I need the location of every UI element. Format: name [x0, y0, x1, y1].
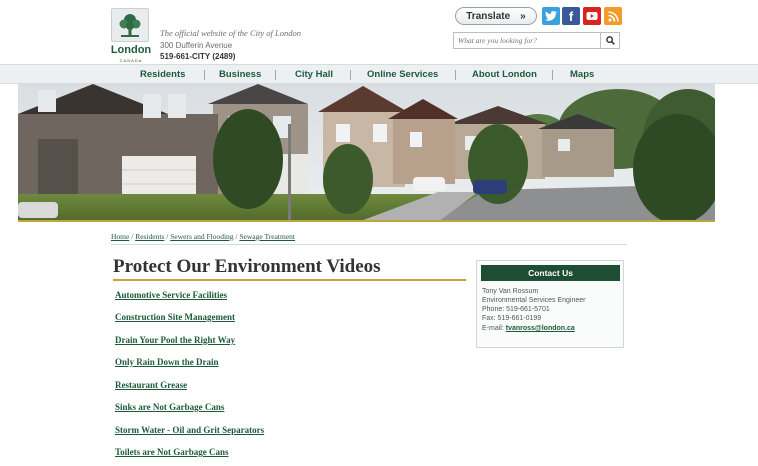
video-link-toilets-not-garbage-cans[interactable]: Toilets are Not Garbage Cans — [115, 447, 229, 457]
search-icon — [605, 36, 615, 45]
nav-divider — [350, 70, 351, 80]
contact-phone: Phone: 519-661-5701 — [482, 306, 550, 313]
nav-divider — [455, 70, 456, 80]
nav-item-online-services[interactable]: Online Services — [367, 69, 438, 80]
contact-title: Environmental Services Engineer — [482, 297, 586, 304]
breadcrumb-residents[interactable]: Residents — [135, 232, 164, 241]
logo-subtext: CANADA — [119, 58, 143, 63]
video-link-sinks-not-garbage-cans[interactable]: Sinks are Not Garbage Cans — [115, 402, 224, 412]
site-phone: 519-661-CITY (2489) — [160, 52, 236, 61]
breadcrumb-separator: / — [166, 232, 169, 241]
contact-email-label: E-mail: — [482, 325, 504, 332]
city-logo[interactable]: London CANADA — [109, 8, 153, 63]
breadcrumb-divider — [111, 244, 627, 245]
contact-email-row: E-mail: tvanross@london.ca — [482, 325, 575, 332]
nav-item-city-hall[interactable]: City Hall — [295, 69, 333, 80]
breadcrumb-home[interactable]: Home — [111, 232, 129, 241]
nav-divider — [275, 70, 276, 80]
hero-divider — [18, 220, 715, 222]
contact-heading: Contact Us — [481, 265, 620, 281]
contact-box: Contact Us Tony Van Rossum Environmental… — [476, 260, 624, 348]
nav-item-about-london[interactable]: About London — [472, 69, 537, 80]
nav-item-business[interactable]: Business — [219, 69, 261, 80]
youtube-icon[interactable] — [583, 7, 601, 25]
video-link-construction-site-management[interactable]: Construction Site Management — [115, 312, 235, 322]
video-link-storm-water-separators[interactable]: Storm Water - Oil and Grit Separators — [115, 425, 264, 435]
tree-logo-icon — [111, 8, 149, 42]
nav-divider — [204, 70, 205, 80]
breadcrumb-sewage-treatment[interactable]: Sewage Treatment — [239, 232, 295, 241]
video-link-restaurant-grease[interactable]: Restaurant Grease — [115, 380, 187, 390]
video-link-only-rain-down-the-drain[interactable]: Only Rain Down the Drain — [115, 357, 219, 367]
breadcrumb: Home / Residents / Sewers and Flooding /… — [111, 232, 295, 241]
contact-fax: Fax: 519-661-0199 — [482, 315, 542, 322]
rss-icon[interactable] — [604, 7, 622, 25]
video-link-automotive-service-facilities[interactable]: Automotive Service Facilities — [115, 290, 227, 300]
video-link-drain-your-pool[interactable]: Drain Your Pool the Right Way — [115, 335, 235, 345]
site-tagline: The official website of the City of Lond… — [160, 28, 301, 38]
nav-item-residents[interactable]: Residents — [140, 69, 185, 80]
translate-chevron-icon: » — [520, 10, 526, 22]
logo-wordmark: London — [110, 44, 152, 56]
facebook-icon[interactable]: f — [562, 7, 580, 25]
search-input[interactable] — [453, 32, 601, 49]
nav-item-maps[interactable]: Maps — [570, 69, 594, 80]
contact-email-link[interactable]: tvanross@london.ca — [506, 325, 575, 332]
nav-divider — [552, 70, 553, 80]
main-nav: Residents Business City Hall Online Serv… — [0, 64, 758, 84]
breadcrumb-separator: / — [235, 232, 238, 241]
twitter-icon[interactable] — [542, 7, 560, 25]
search-button[interactable] — [601, 32, 620, 49]
translate-label: Translate — [466, 10, 511, 22]
breadcrumb-sewers-and-flooding[interactable]: Sewers and Flooding — [170, 232, 233, 241]
title-underline — [113, 279, 466, 281]
contact-name: Tony Van Rossum — [482, 288, 539, 295]
breadcrumb-separator: / — [131, 232, 134, 241]
page-title: Protect Our Environment Videos — [113, 256, 381, 277]
translate-button[interactable]: Translate » — [455, 7, 537, 25]
hero-banner-image — [18, 84, 715, 222]
site-address: 300 Dufferin Avenue — [160, 41, 233, 50]
